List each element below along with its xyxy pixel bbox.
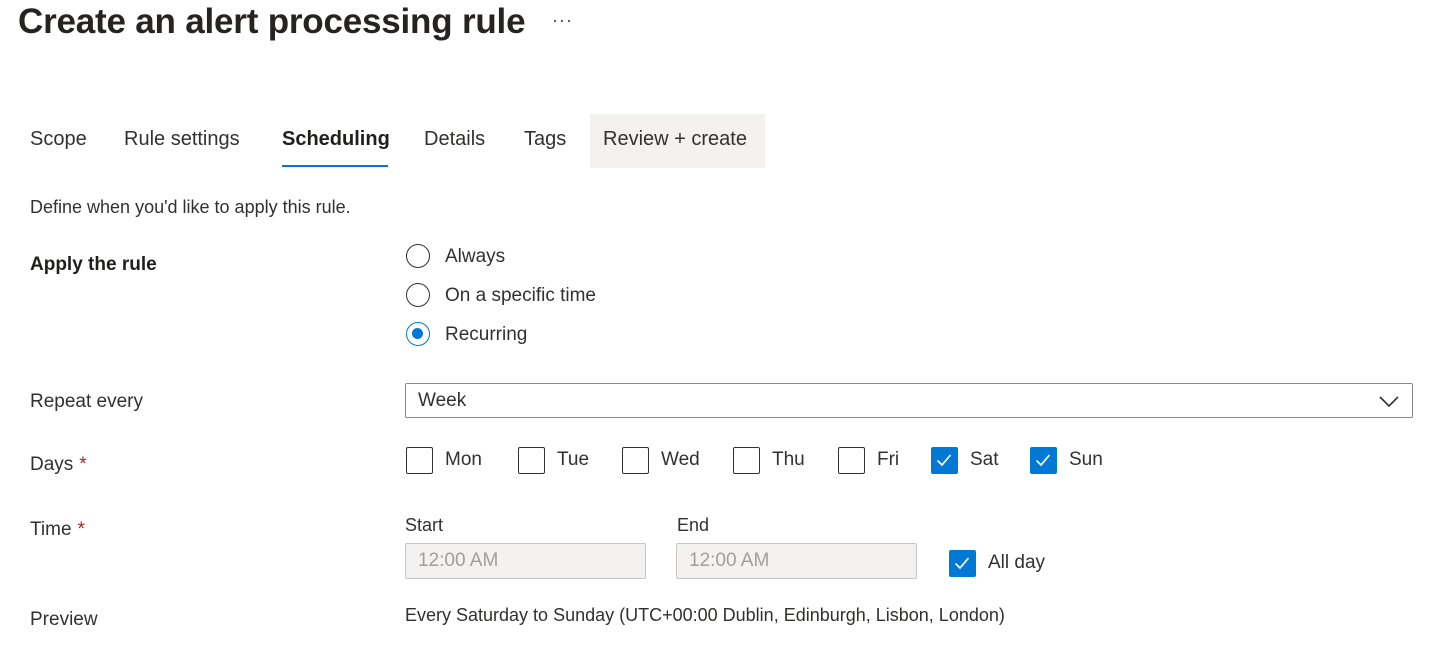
repeat-every-value: Week [418, 390, 467, 411]
checkbox-wed-label[interactable]: Wed [661, 449, 700, 471]
active-tab-indicator [282, 165, 388, 167]
preview-text: Every Saturday to Sunday (UTC+00:00 Dubl… [405, 605, 1005, 625]
checkmark-icon [954, 557, 970, 570]
checkbox-mon-label[interactable]: Mon [445, 449, 482, 471]
days-label-text: Days [30, 454, 74, 475]
checkbox-all-day[interactable] [949, 550, 976, 577]
checkbox-thu-label[interactable]: Thu [772, 449, 805, 471]
repeat-every-label: Repeat every [30, 391, 144, 412]
end-time-field [676, 543, 917, 579]
checkbox-tue[interactable] [518, 447, 545, 474]
tab-tags[interactable]: Tags [524, 128, 566, 151]
end-time-input [677, 544, 916, 578]
radio-specific-time-label[interactable]: On a specific time [445, 285, 596, 307]
tab-rule-settings[interactable]: Rule settings [124, 128, 240, 151]
tab-scheduling[interactable]: Scheduling [282, 128, 390, 151]
checkbox-sun-label[interactable]: Sun [1069, 449, 1103, 471]
start-time-field [405, 543, 646, 579]
end-time-label: End [677, 515, 710, 535]
checkbox-all-day-label[interactable]: All day [988, 552, 1045, 574]
checkbox-wed[interactable] [622, 447, 649, 474]
repeat-every-dropdown[interactable]: Week [405, 383, 1413, 418]
checkbox-sat-label[interactable]: Sat [970, 449, 999, 471]
time-label: Time * [30, 519, 85, 541]
required-marker: * [79, 454, 87, 475]
checkmark-icon [1035, 454, 1051, 467]
more-options-icon[interactable]: ··· [552, 10, 573, 31]
time-label-text: Time [30, 519, 72, 540]
section-description: Define when you'd like to apply this rul… [30, 197, 351, 217]
days-label: Days * [30, 454, 87, 476]
radio-recurring-label[interactable]: Recurring [445, 324, 527, 346]
checkbox-mon[interactable] [406, 447, 433, 474]
preview-label: Preview [30, 609, 98, 630]
checkmark-icon [936, 454, 952, 467]
checkbox-sun[interactable] [1030, 447, 1057, 474]
tab-scope[interactable]: Scope [30, 128, 87, 151]
checkbox-thu[interactable] [733, 447, 760, 474]
tab-details[interactable]: Details [424, 128, 485, 151]
tab-review-create[interactable]: Review + create [603, 128, 747, 151]
checkbox-sat[interactable] [931, 447, 958, 474]
checkbox-tue-label[interactable]: Tue [557, 449, 589, 471]
required-marker: * [77, 519, 85, 540]
radio-always[interactable] [406, 244, 430, 268]
checkbox-fri-label[interactable]: Fri [877, 449, 899, 471]
chevron-down-icon [1379, 396, 1399, 408]
radio-specific-time[interactable] [406, 283, 430, 307]
page-title: Create an alert processing rule [18, 2, 526, 41]
start-time-input [406, 544, 645, 578]
radio-recurring[interactable] [406, 322, 430, 346]
checkbox-fri[interactable] [838, 447, 865, 474]
start-time-label: Start [405, 515, 444, 535]
apply-rule-label: Apply the rule [30, 254, 157, 275]
radio-always-label[interactable]: Always [445, 246, 505, 268]
